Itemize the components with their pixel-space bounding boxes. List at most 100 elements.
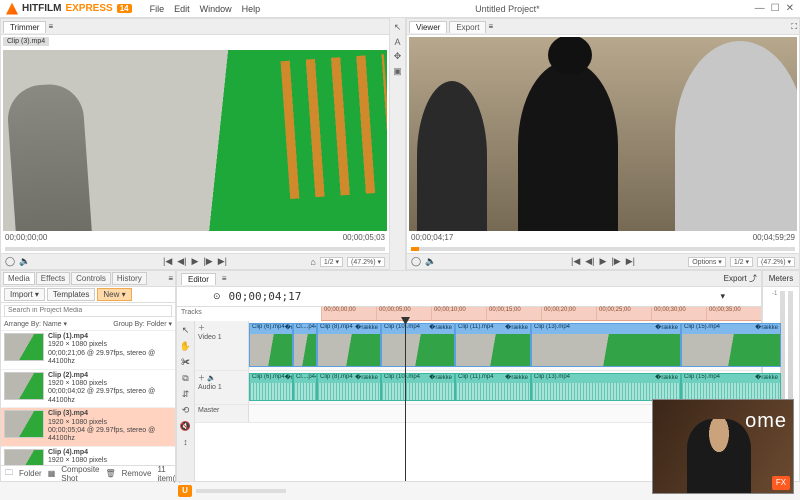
timeline-video-clip[interactable]: Clip (11).mp4�række (455, 323, 531, 367)
export-tab[interactable]: Export (449, 21, 486, 33)
timeline-video-clip[interactable]: Cl....p4�række (293, 323, 317, 367)
slice-tool-icon[interactable]: ✀ (181, 357, 190, 368)
media-search-input[interactable] (4, 305, 172, 317)
viewer-res-menu[interactable]: 1/2 ▾ (730, 257, 753, 267)
trimmer-scrubber[interactable] (5, 247, 385, 251)
timeline-video-clip[interactable]: Clip (10).mp4�række (381, 323, 455, 367)
fullscreen-icon[interactable]: ⛶ (791, 22, 797, 32)
snap-tool-icon[interactable]: ⧉ (182, 373, 188, 384)
viewer-tab[interactable]: Viewer (409, 21, 447, 33)
trimmer-res-menu[interactable]: 1/2 ▾ (320, 257, 343, 267)
menu-help[interactable]: Help (242, 4, 261, 14)
viewer-scale-menu[interactable]: (47.2%) ▾ (757, 257, 795, 267)
timeline-audio-clip[interactable]: Cl....p4�række (293, 373, 317, 401)
edition-text: EXPRESS (65, 3, 112, 14)
goto-start-icon[interactable]: |◀ (163, 256, 172, 267)
clip-thumbnail (4, 372, 44, 400)
remove-button[interactable]: 🗑 (106, 469, 116, 478)
panel-menu-icon[interactable]: ≡ (48, 22, 53, 31)
minimize-icon[interactable]: — (755, 3, 765, 14)
group-menu[interactable]: Group By: Folder ▾ (113, 320, 172, 328)
pointer-tool-icon[interactable]: ↖ (182, 325, 190, 336)
media-panel: Media Effects Controls History ≡ Import … (0, 270, 176, 482)
timeline-audio-clip[interactable]: Clip (10).mp4�række (381, 373, 455, 401)
video-track-header[interactable]: ＋Video 1 (195, 321, 249, 370)
panel-menu-icon[interactable]: ≡ (168, 274, 173, 283)
maximize-icon[interactable]: ☐ (771, 3, 780, 14)
editor-tab[interactable]: Editor (181, 273, 216, 285)
new-comp-button[interactable]: ▦ (48, 469, 56, 478)
snap-icon[interactable]: ⊙ (213, 291, 221, 302)
home-icon[interactable]: ⌂ (310, 257, 315, 267)
master-track-header[interactable]: Master (195, 405, 249, 422)
media-item[interactable]: Clip (2).mp41920 × 1080 pixels00;00;04;0… (1, 370, 175, 409)
effects-tab[interactable]: Effects (36, 272, 70, 285)
goto-start-icon[interactable]: |◀ (571, 256, 580, 267)
timeline-audio-clip[interactable]: Clip (6).mp4�række (249, 373, 293, 401)
timeline-audio-clip[interactable]: Clip (11).mp4�række (455, 373, 531, 401)
zoom-slider[interactable] (196, 489, 286, 493)
panel-menu-icon[interactable]: ≡ (488, 22, 493, 31)
timeline-audio-clip[interactable]: Clip (13).mp4�række (531, 373, 681, 401)
viewer-options-menu[interactable]: Options ▾ (688, 257, 726, 267)
controls-tab[interactable]: Controls (71, 272, 111, 285)
new-folder-button[interactable]: 🗀 (5, 467, 13, 481)
import-button[interactable]: Import ▾ (4, 288, 45, 301)
loop-icon[interactable]: ◯ (411, 256, 421, 267)
loop-icon[interactable]: ◯ (5, 256, 15, 267)
media-item[interactable]: Clip (4).mp41920 × 1080 pixels00;00;07;0… (1, 447, 175, 465)
hand-tool-icon[interactable]: ✥ (394, 51, 402, 62)
viewer-viewport[interactable] (409, 37, 797, 231)
media-tab[interactable]: Media (3, 272, 35, 285)
step-fwd-icon[interactable]: |▶ (611, 256, 620, 267)
templates-button[interactable]: Templates (47, 288, 95, 301)
menu-window[interactable]: Window (200, 4, 232, 14)
menu-edit[interactable]: Edit (174, 4, 190, 14)
export-button[interactable]: Export ⤴ (724, 273, 757, 284)
new-button[interactable]: New ▾ (97, 288, 131, 301)
close-icon[interactable]: ✕ (786, 3, 794, 14)
goto-end-icon[interactable]: ▶| (626, 256, 635, 267)
timeline-menu-icon[interactable]: ▾ (720, 291, 725, 302)
timeline-timecode[interactable]: 00;00;04;17 (229, 290, 302, 303)
step-back-icon[interactable]: ◀| (177, 256, 186, 267)
timeline-video-clip[interactable]: Clip (15).mp4�række (681, 323, 781, 367)
viewer-toolbar: ↖ A ✥ ▣ (390, 18, 406, 270)
media-list: Clip (1).mp41920 × 1080 pixels00;00;21;0… (1, 331, 175, 465)
timeline-audio-clip[interactable]: Clip (8).mp4�række (317, 373, 381, 401)
text-tool-icon[interactable]: A (394, 37, 400, 47)
timeline-ruler[interactable]: 00;00;00;0000;00;05;0000;00;10;0000;00;1… (321, 307, 761, 321)
trimmer-tab[interactable]: Trimmer (3, 21, 46, 33)
timeline-video-clip[interactable]: Clip (13).mp4�række (531, 323, 681, 367)
mute-tool-icon[interactable]: 🔇 (180, 421, 191, 432)
video-track-lane[interactable]: Clip (6).mp4�rækkeCl....p4�rækkeClip (8)… (249, 321, 761, 370)
hand-tool-icon[interactable]: ✋ (180, 341, 191, 352)
timeline-video-clip[interactable]: Clip (8).mp4�række (317, 323, 381, 367)
timeline-video-clip[interactable]: Clip (6).mp4�række (249, 323, 293, 367)
history-tab[interactable]: History (112, 272, 147, 285)
step-fwd-icon[interactable]: |▶ (203, 256, 212, 267)
trimmer-viewport[interactable] (3, 50, 387, 231)
rate-tool-icon[interactable]: ⟲ (182, 405, 190, 416)
volume-icon[interactable]: 🔈 (19, 256, 30, 267)
play-icon[interactable]: ▶ (192, 256, 199, 267)
timeline-audio-clip[interactable]: Clip (15).mp4�række (681, 373, 781, 401)
menu-file[interactable]: File (150, 4, 165, 14)
select-tool-icon[interactable]: ↖ (394, 22, 402, 33)
media-item[interactable]: Clip (1).mp41920 × 1080 pixels00;00;21;0… (1, 331, 175, 370)
viewer-scrubber[interactable] (411, 247, 795, 251)
panel-menu-icon[interactable]: ≡ (222, 274, 227, 283)
step-back-icon[interactable]: ◀| (585, 256, 594, 267)
arrange-menu[interactable]: Arrange By: Name ▾ (4, 320, 67, 328)
volume-icon[interactable]: 🔈 (425, 256, 436, 267)
play-icon[interactable]: ▶ (600, 256, 607, 267)
media-item[interactable]: Clip (3).mp41920 × 1080 pixels00;00;05;0… (1, 408, 175, 447)
playhead[interactable] (405, 321, 406, 481)
u-badge-icon[interactable]: U (178, 485, 192, 497)
audio-track-header[interactable]: ＋ 🔈Audio 1 (195, 371, 249, 404)
goto-end-icon[interactable]: ▶| (218, 256, 227, 267)
cursor-tool-icon[interactable]: ↕ (183, 437, 188, 447)
trimmer-scale-menu[interactable]: (47.2%) ▾ (347, 257, 385, 267)
crop-tool-icon[interactable]: ▣ (393, 66, 402, 77)
link-tool-icon[interactable]: ⇵ (182, 389, 190, 400)
